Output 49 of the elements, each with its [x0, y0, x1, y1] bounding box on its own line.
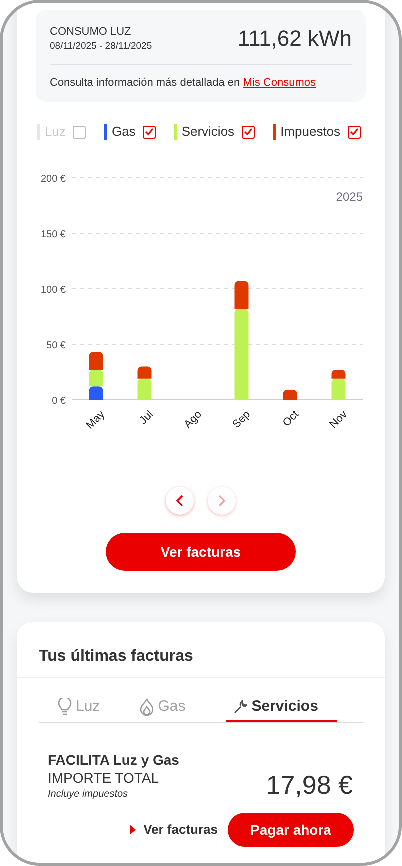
x-tick-label: Nov: [328, 408, 350, 432]
previous-button[interactable]: [166, 487, 194, 515]
legend-label: Gas: [112, 124, 136, 140]
bar-segment: [89, 370, 104, 387]
x-tick-label: Sep: [230, 408, 253, 432]
legend-checkbox[interactable]: [242, 126, 255, 138]
view-invoices-link[interactable]: Ver facturas: [130, 820, 218, 840]
bar-segment: [89, 386, 104, 400]
consumption-title: CONSUMO LUZ: [50, 25, 132, 39]
mis-consumos-link[interactable]: Mis Consumos: [243, 77, 316, 89]
lightbulb-icon: [58, 698, 72, 716]
consumption-period: 08/11/2025 - 28/11/2025: [50, 40, 152, 54]
legend-checkbox[interactable]: [72, 126, 86, 138]
legend-checkbox[interactable]: [142, 126, 156, 138]
x-tick-label: Ago: [182, 408, 204, 432]
invoice-tab[interactable]: Gas: [140, 694, 186, 722]
legend-label: Servicios: [182, 124, 235, 140]
wrench-icon: [234, 700, 248, 714]
chevron-left-icon: [176, 495, 184, 507]
consumption-value: 111,62 kWh: [238, 26, 352, 52]
flame-icon: [140, 698, 154, 716]
amount-label: IMPORTE TOTAL: [48, 769, 160, 787]
check-icon: [350, 128, 359, 136]
chevron-right-icon: [218, 495, 226, 507]
invoices-title: Tus últimas facturas: [39, 648, 194, 665]
check-icon: [144, 128, 154, 136]
triangle-right-icon: [130, 825, 136, 835]
product-name: FACILITA Luz y Gas: [48, 751, 180, 769]
invoice-tab[interactable]: Luz: [58, 694, 100, 722]
invoice-amount: 17,98 €: [266, 770, 353, 800]
tax-note: Incluye impuestos: [48, 788, 130, 802]
y-tick-label: 0 €: [52, 396, 66, 407]
y-tick-label: 150 €: [40, 230, 66, 240]
legend-label: Impuestos: [280, 124, 341, 140]
y-tick-label: 100 €: [40, 285, 66, 296]
year-label: 2025: [336, 190, 363, 204]
x-tick-label: Oct: [280, 408, 302, 430]
bar-segment: [283, 390, 298, 400]
consumption-note: Consulta información más detallada en: [50, 77, 240, 89]
pay-now-button[interactable]: Pagar ahora: [228, 813, 354, 847]
x-tick-label: Jul: [138, 408, 156, 428]
check-icon: [244, 128, 253, 136]
view-invoices-button[interactable]: Ver facturas: [106, 533, 296, 571]
y-tick-label: 50 €: [46, 340, 66, 352]
x-tick-label: May: [84, 408, 108, 432]
y-tick-label: 200 €: [40, 174, 66, 185]
legend-checkbox[interactable]: [348, 126, 361, 138]
bar-segment: [89, 352, 104, 370]
invoice-tab[interactable]: Servicios: [226, 694, 337, 722]
